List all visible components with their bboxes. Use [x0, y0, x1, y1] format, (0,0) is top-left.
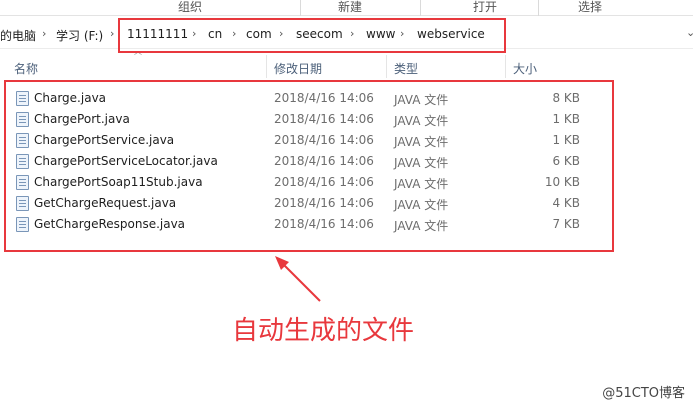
watermark: @51CTO博客: [602, 386, 685, 401]
annotation-arrow-icon: [275, 256, 321, 302]
annotation-caption: 自动生成的文件: [232, 316, 415, 346]
